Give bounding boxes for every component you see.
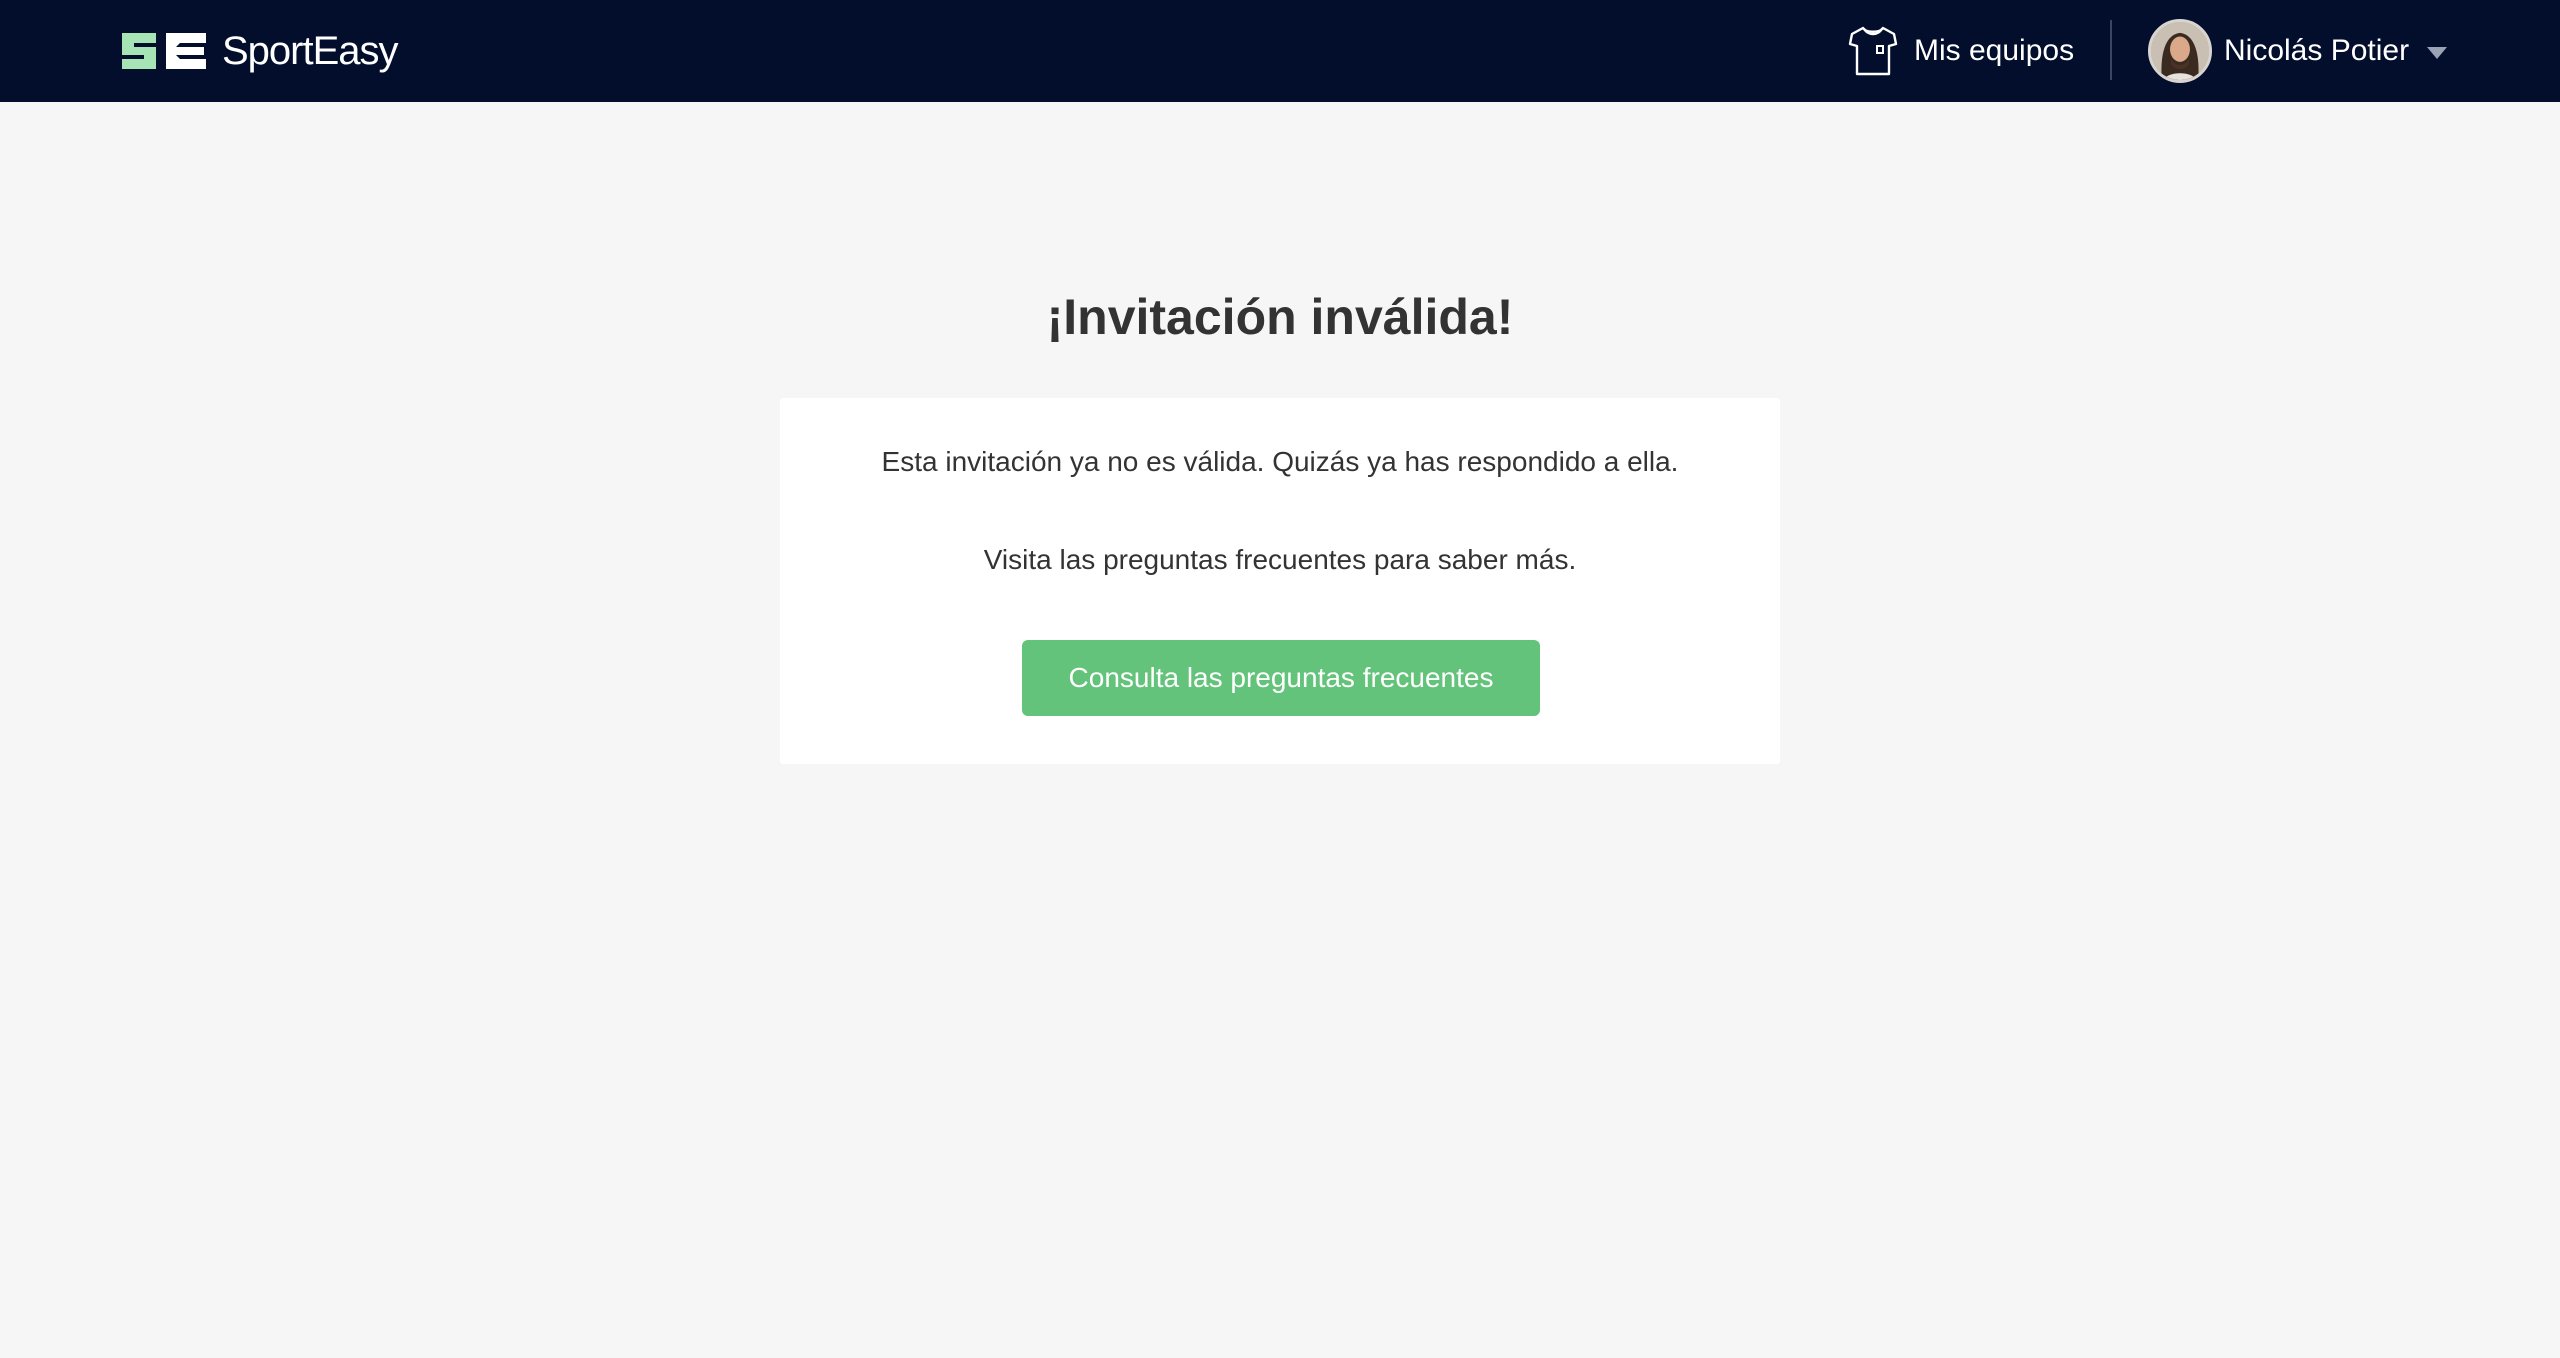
sporteasy-se-logo-icon [122, 33, 206, 69]
invalid-invitation-message: Esta invitación ya no es válida. Quizás … [881, 446, 1679, 477]
faq-button[interactable]: Consulta las preguntas frecuentes [1022, 640, 1540, 716]
my-teams-link[interactable]: Mis equipos [1846, 24, 2074, 78]
header-divider [2110, 20, 2112, 80]
sporteasy-logo[interactable]: SportEasy [118, 24, 399, 78]
page-title: ¡Invitación inválida! [1046, 289, 1514, 345]
user-name: Nicolás Potier [2224, 34, 2410, 67]
brand-name: SportEasy [222, 28, 399, 73]
avatar [2148, 19, 2212, 83]
caret-down-icon [2427, 47, 2448, 59]
invalid-invitation-card: Esta invitación ya no es válida. Quizás … [780, 398, 1780, 764]
jersey-icon [1848, 26, 1898, 76]
faq-help-text: Visita las preguntas frecuentes para sab… [983, 544, 1577, 575]
user-menu[interactable]: Nicolás Potier [2148, 19, 2448, 83]
top-navbar: SportEasy Mis equipos Nicolás Potier [0, 0, 2560, 102]
my-teams-label: Mis equipos [1914, 34, 2075, 67]
